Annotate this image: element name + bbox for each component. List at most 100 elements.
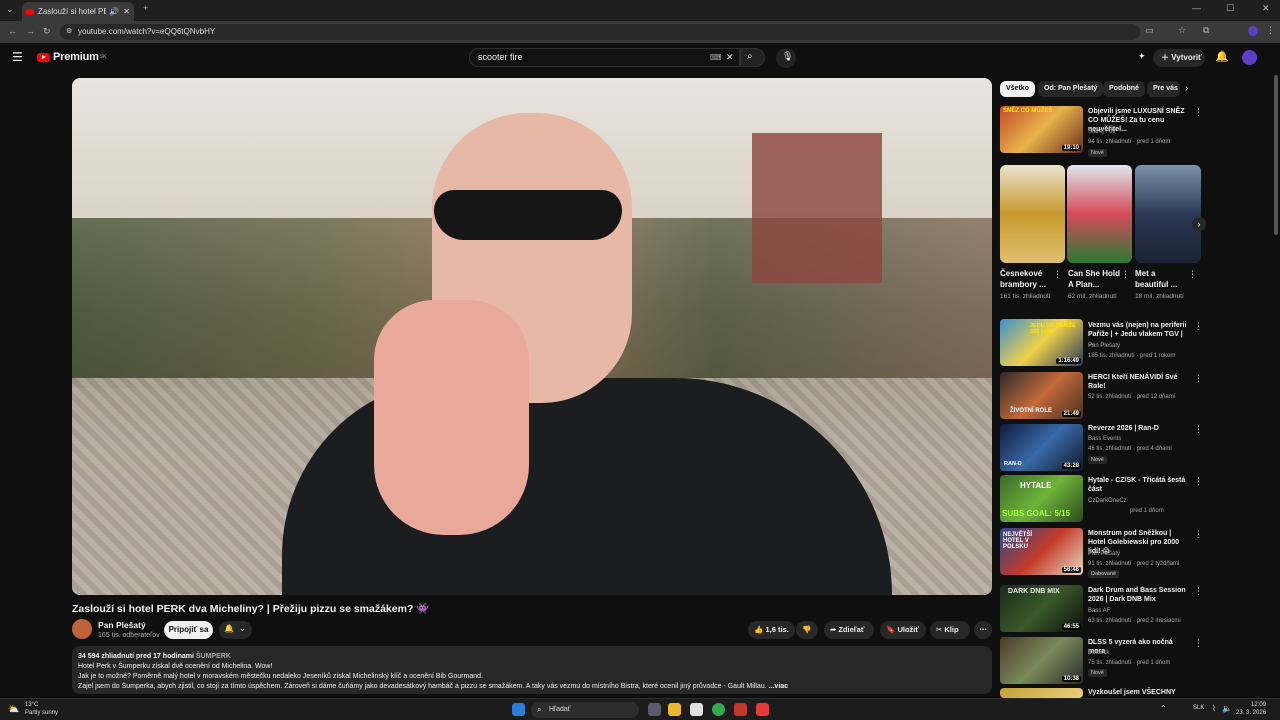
wifi-icon[interactable]: ⌇ xyxy=(1212,704,1216,713)
more-actions-button[interactable]: ⋯ xyxy=(974,621,992,639)
taskbar-search-input[interactable]: ⌕ Hľadať xyxy=(531,702,639,718)
channel-name[interactable]: Pan Plešatý xyxy=(1088,550,1120,559)
speaker-icon[interactable]: 🔊 xyxy=(109,7,119,16)
maximize-icon[interactable]: ☐ xyxy=(1226,3,1234,14)
video-thumbnail[interactable]: DARK DNB MIX 46:55 xyxy=(1000,585,1083,632)
more-vert-icon[interactable]: ⋮ xyxy=(1194,586,1203,597)
voice-search-button[interactable]: 🎙 xyxy=(776,48,796,68)
chip-all[interactable]: Všetko xyxy=(1000,81,1035,97)
channel-name[interactable]: Starej Fotr xyxy=(1088,128,1116,137)
video-thumbnail[interactable]: RAN-D 43:28 xyxy=(1000,424,1083,471)
back-icon[interactable]: ← xyxy=(8,26,17,36)
video-title-link[interactable]: Reverze 2026 | Ran-D xyxy=(1088,424,1190,433)
more-link[interactable]: ...viac xyxy=(769,683,788,690)
account-avatar[interactable] xyxy=(1242,50,1257,65)
save-button[interactable]: 🔖 Uložiť xyxy=(880,621,926,639)
search-button[interactable]: ⌕ xyxy=(740,48,765,67)
cast-icon[interactable]: ▭ xyxy=(1145,25,1154,36)
short-title[interactable]: Česnekové brambory ... xyxy=(1000,268,1052,290)
windows-start-icon[interactable] xyxy=(512,703,525,716)
keyboard-icon[interactable]: ⌨ xyxy=(710,49,722,66)
tray-chevron-icon[interactable]: ⌃ xyxy=(1160,704,1167,713)
video-thumbnail[interactable] xyxy=(1000,688,1083,698)
reload-icon[interactable]: ↻ xyxy=(43,26,51,37)
cast-sparkle-icon[interactable]: ✦ xyxy=(1138,51,1146,62)
channel-name[interactable]: Lük xyxy=(1088,383,1098,392)
join-button[interactable]: Pripojiť sa xyxy=(164,621,213,639)
language-indicator[interactable]: SLK xyxy=(1193,705,1204,711)
video-thumbnail[interactable]: 10:38 xyxy=(1000,637,1083,684)
more-vert-icon[interactable]: ⋮ xyxy=(1194,424,1203,435)
clear-search-icon[interactable]: ✕ xyxy=(726,49,734,66)
url-input[interactable]: ⚙ youtube.com/watch?v=eQQ6tQNvbHY xyxy=(60,24,1140,40)
more-vert-icon[interactable]: ⋮ xyxy=(1121,269,1130,280)
youtube-premium-logo[interactable]: Premium SK xyxy=(37,51,106,63)
short-thumbnail[interactable] xyxy=(1067,165,1132,263)
channel-avatar[interactable] xyxy=(72,619,92,639)
weather-widget[interactable]: 13°C Partly sunny xyxy=(25,701,58,717)
profile-icon[interactable] xyxy=(1248,26,1258,36)
channel-name[interactable]: Pan Plešatý xyxy=(1088,342,1120,351)
minimize-icon[interactable]: — xyxy=(1192,3,1201,13)
window-close-icon[interactable]: ✕ xyxy=(1262,3,1270,14)
short-thumbnail[interactable] xyxy=(1135,165,1201,263)
video-thumbnail[interactable]: ŽIVOTNÍ ROLE 21:49 xyxy=(1000,372,1083,419)
more-vert-icon[interactable]: ⋮ xyxy=(1194,476,1203,487)
file-explorer-icon[interactable] xyxy=(668,703,681,716)
channel-name[interactable]: Bass Events xyxy=(1088,435,1121,444)
dislike-button[interactable]: 👎 xyxy=(796,621,818,639)
more-vert-icon[interactable]: ⋮ xyxy=(1194,373,1203,384)
notification-settings-button[interactable]: 🔔 ⌄ xyxy=(219,621,252,639)
channel-name[interactable]: Dukiock xyxy=(1088,649,1109,658)
volume-icon[interactable]: 🔈 xyxy=(1222,704,1232,713)
video-thumbnail[interactable]: NEJVĚTŠÍ HOTEL V POLSKU 56:48 xyxy=(1000,528,1083,575)
video-thumbnail[interactable]: JEDU DO PAŘÍŽE 320 km/h 1:16:49 xyxy=(1000,319,1083,366)
like-button[interactable]: 👍 1,6 tis. xyxy=(748,621,795,639)
more-vert-icon[interactable]: ⋮ xyxy=(1194,321,1203,332)
more-vert-icon[interactable]: ⋮ xyxy=(1194,107,1203,118)
short-thumbnail[interactable] xyxy=(1000,165,1065,263)
browser-menu-icon[interactable]: ⋮ xyxy=(1266,25,1275,36)
more-vert-icon[interactable]: ⋮ xyxy=(1194,638,1203,649)
channel-name[interactable]: Pan Plešatý xyxy=(98,620,146,630)
shorts-next-icon[interactable]: › xyxy=(1192,217,1206,231)
close-tab-icon[interactable]: ✕ xyxy=(123,7,130,16)
tab-list-icon[interactable]: ⌄ xyxy=(6,4,14,15)
video-thumbnail[interactable]: HYTALE SUBS GOAL: 5/15 xyxy=(1000,475,1083,522)
page-scrollbar[interactable] xyxy=(1274,75,1278,235)
short-title[interactable]: Can She Hold A Plan... xyxy=(1068,268,1120,290)
chrome-icon[interactable] xyxy=(712,703,725,716)
short-title[interactable]: Met a beautiful ... xyxy=(1135,268,1187,290)
chip-for-you[interactable]: Pre vás xyxy=(1147,81,1180,97)
task-view-icon[interactable] xyxy=(648,703,661,716)
bookmark-star-icon[interactable]: ☆ xyxy=(1178,25,1186,36)
chip-related[interactable]: Podobné xyxy=(1103,81,1145,97)
description-box[interactable]: 34 594 zhliadnutí pred 17 hodinami ŠUMPE… xyxy=(72,646,992,694)
hamburger-menu-icon[interactable]: ☰ xyxy=(12,50,23,64)
taskbar-clock[interactable]: 12:09 23. 3. 2026 xyxy=(1236,701,1266,717)
video-title-link[interactable]: HERCI Kteří NENÁVIDÍ Své Role! xyxy=(1088,373,1190,391)
video-title-link[interactable]: Dark Drum and Bass Session 2026 | Dark D… xyxy=(1088,586,1190,604)
acrobat-icon[interactable] xyxy=(756,703,769,716)
video-title-link[interactable]: Vyzkoušel jsem VŠECHNY xyxy=(1088,688,1190,697)
notifications-bell-icon[interactable]: 🔔 xyxy=(1215,50,1229,63)
extensions-icon[interactable]: ⧉ xyxy=(1203,25,1209,36)
site-info-icon[interactable]: ⚙ xyxy=(66,24,72,40)
video-title-link[interactable]: Hytale - CZ/SK - Třicátá šestá část xyxy=(1088,476,1190,494)
app-icon[interactable] xyxy=(734,703,747,716)
store-icon[interactable] xyxy=(690,703,703,716)
search-input[interactable]: scooter fire ⌨ ✕ xyxy=(469,48,740,67)
channel-name[interactable]: Bass AF xyxy=(1088,607,1110,616)
chip-from-channel[interactable]: Od: Pan Plešatý xyxy=(1038,81,1104,97)
location-tag[interactable]: ŠUMPERK xyxy=(196,653,231,660)
more-vert-icon[interactable]: ⋮ xyxy=(1188,269,1197,280)
browser-tab[interactable]: Zaslouží si hotel PERK dva M 🔊 ✕ xyxy=(22,2,134,21)
share-button[interactable]: ➦ Zdieľať xyxy=(824,621,874,639)
video-thumbnail[interactable]: SNĚZ CO MŮŽEŠ 19:10 xyxy=(1000,106,1083,153)
chevron-right-icon[interactable]: › xyxy=(1185,83,1188,94)
create-button[interactable]: ＋ Vytvoriť xyxy=(1153,49,1205,67)
channel-name[interactable]: CzDarkOneCz xyxy=(1088,497,1127,506)
forward-icon[interactable]: → xyxy=(26,26,35,36)
new-tab-icon[interactable]: + xyxy=(143,3,148,13)
more-vert-icon[interactable]: ⋮ xyxy=(1053,269,1062,280)
